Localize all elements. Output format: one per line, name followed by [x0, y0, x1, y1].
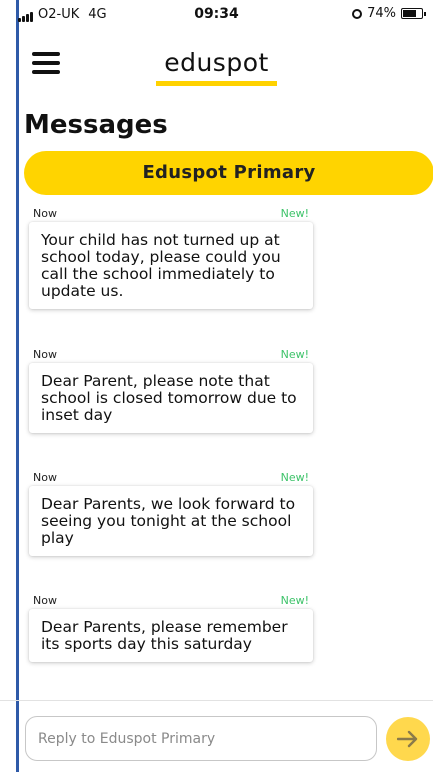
app-logo: eduspot [0, 48, 433, 86]
school-selector-button[interactable]: Eduspot Primary [24, 151, 433, 195]
reply-divider [0, 700, 433, 701]
status-right: 74% [352, 6, 426, 21]
arrow-right-icon [397, 730, 418, 748]
message-time: Now [33, 348, 57, 361]
new-badge: New! [280, 471, 309, 484]
new-badge: New! [280, 594, 309, 607]
reply-input[interactable] [25, 716, 377, 761]
message-time: Now [33, 207, 57, 220]
message-bubble[interactable]: Dear Parents, we look for­ward to seeing… [29, 486, 313, 556]
new-badge: New! [280, 348, 309, 361]
send-button[interactable] [386, 717, 430, 761]
message-bubble[interactable]: Dear Parents, please remem­ber its sport… [29, 609, 313, 662]
message-bubble[interactable]: Your child has not turned up at school t… [29, 222, 313, 309]
status-bar: O2-UK 4G 09:34 74% [0, 0, 433, 30]
battery-percent: 74% [367, 6, 396, 21]
logo-text: eduspot [156, 48, 277, 86]
message-time: Now [33, 471, 57, 484]
battery-icon [401, 8, 426, 19]
message-time: Now [33, 594, 57, 607]
page-title: Messages [24, 110, 168, 140]
left-edge-line [16, 0, 19, 772]
alarm-icon [352, 8, 363, 19]
new-badge: New! [280, 207, 309, 220]
message-bubble[interactable]: Dear Parent, please note that school is … [29, 363, 313, 433]
